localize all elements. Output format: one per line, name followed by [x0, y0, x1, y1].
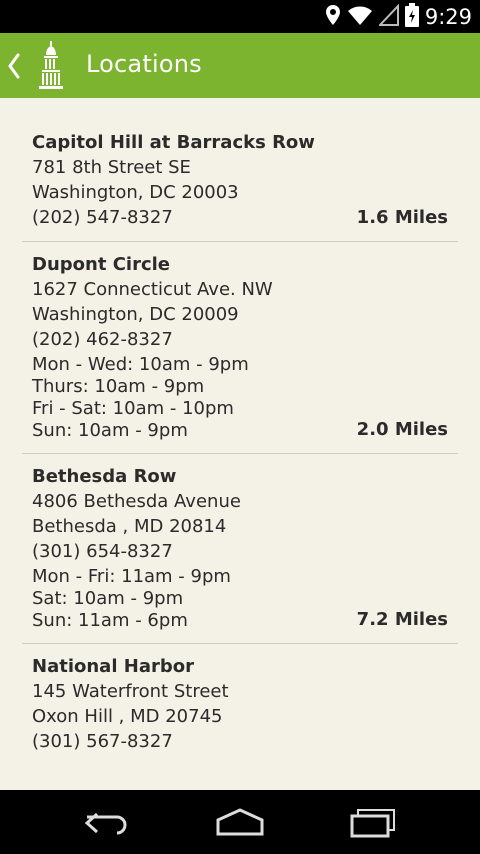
location-phone[interactable]: (202) 462-8327: [32, 327, 448, 352]
signal-icon: [377, 2, 399, 30]
page-title: Locations: [86, 50, 202, 78]
capitol-dome-logo-icon[interactable]: [36, 41, 66, 91]
location-city: Washington, DC 20003: [32, 182, 239, 203]
location-address: 1627 Connecticut Ave. NW: [32, 279, 273, 300]
back-chevron-icon[interactable]: [4, 51, 24, 81]
location-city: Bethesda , MD 20814: [32, 516, 227, 537]
location-city: Washington, DC 20009: [32, 304, 239, 325]
location-item[interactable]: Dupont Circle 1627 Connecticut Ave. NW W…: [22, 242, 458, 454]
location-address: 4806 Bethesda Avenue: [32, 491, 241, 512]
locations-list: Capitol Hill at Barracks Row 781 8th Str…: [0, 120, 480, 765]
home-icon[interactable]: [216, 808, 264, 838]
location-item[interactable]: Bethesda Row 4806 Bethesda Avenue Bethes…: [22, 454, 458, 644]
system-nav-bar: [0, 790, 480, 854]
location-distance: 1.6 Miles: [356, 207, 448, 228]
action-bar: Locations: [0, 33, 480, 98]
hours-line: Thurs: 10am - 9pm: [32, 376, 205, 397]
recents-icon[interactable]: [350, 808, 398, 838]
location-city: Oxon Hill , MD 20745: [32, 706, 223, 727]
location-icon: [325, 4, 341, 30]
location-name: National Harbor: [32, 656, 194, 677]
location-address: 781 8th Street SE: [32, 157, 191, 178]
hours-line: Mon - Wed: 10am - 9pm: [32, 354, 249, 375]
hours-line: Mon - Fri: 11am - 9pm: [32, 566, 231, 587]
status-bar: 9:29: [0, 0, 480, 33]
location-distance: 7.2 Miles: [356, 609, 448, 630]
hours-line: Sat: 10am - 9pm: [32, 588, 184, 609]
location-distance: 2.0 Miles: [356, 419, 448, 440]
location-phone[interactable]: (301) 567-8327: [32, 729, 448, 754]
hours-line: Fri - Sat: 10am - 10pm: [32, 398, 234, 419]
location-phone[interactable]: (301) 654-8327: [32, 539, 448, 564]
location-name: Dupont Circle: [32, 254, 170, 275]
location-item[interactable]: Capitol Hill at Barracks Row 781 8th Str…: [22, 120, 458, 242]
location-item[interactable]: National Harbor 145 Waterfront Street Ox…: [22, 644, 458, 765]
wifi-icon: [347, 4, 373, 30]
location-name: Capitol Hill at Barracks Row: [32, 132, 315, 153]
status-time: 9:29: [424, 4, 472, 29]
back-icon[interactable]: [83, 808, 131, 838]
location-address: 145 Waterfront Street: [32, 681, 229, 702]
scalloped-header-edge: [0, 90, 480, 96]
battery-icon: [404, 2, 419, 31]
location-name: Bethesda Row: [32, 466, 177, 487]
